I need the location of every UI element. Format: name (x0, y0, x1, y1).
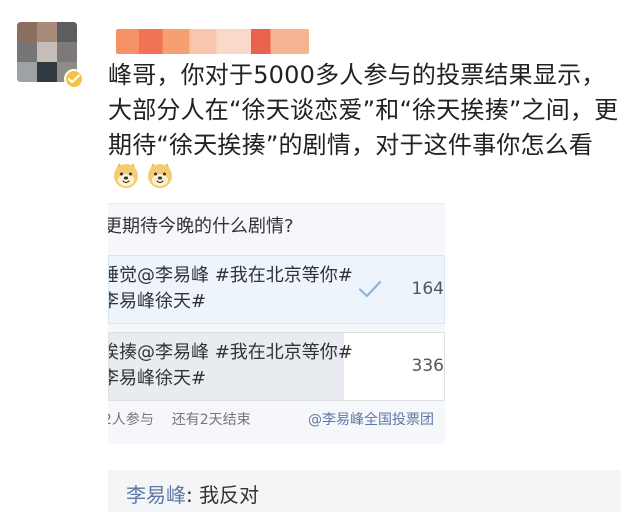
poll-remaining-time: 还有2天结束 (171, 412, 251, 428)
reply-separator: : (186, 483, 200, 507)
poll-separator (158, 412, 167, 428)
doge-emoji-icon (111, 160, 141, 190)
poll-option-line: 挨揍@李易峰 #我在北京等你# (108, 342, 353, 363)
reply-content: 我反对 (199, 483, 260, 507)
comment-line: 大部分人在“徐天谈恋爱”和“徐天挨揍”之间，更 (108, 96, 619, 124)
poll-question: 更期待今晚的什么剧情? (108, 216, 294, 237)
check-icon (358, 279, 382, 299)
emoji-row (111, 160, 175, 190)
comment-line: 期待“徐天挨揍”的剧情，对于这件事你怎么看 (108, 131, 594, 159)
reply-author-link[interactable]: 李易峰 (126, 483, 186, 507)
reply-box: 李易峰: 我反对 (108, 470, 621, 512)
doge-emoji-icon (145, 160, 175, 190)
avatar-pixel (37, 42, 57, 62)
avatar-pixel (57, 42, 77, 62)
avatar-pixel (57, 22, 77, 42)
verified-check-icon (68, 74, 80, 84)
poll-option-2[interactable]: 挨揍@李易峰 #我在北京等你# 李易峰徐天# 336 (108, 332, 445, 401)
poll-option-1[interactable]: 睡觉@李易峰 #我在北京等你# 李易峰徐天# 164 (108, 255, 445, 324)
poll-option-count: 164 (411, 279, 444, 299)
poll-source-link[interactable]: @李易峰全国投票团 (308, 410, 434, 430)
redacted-username[interactable] (116, 29, 309, 54)
poll-option-line: 睡觉@李易峰 #我在北京等你# (108, 265, 353, 286)
avatar-pixel (17, 62, 37, 82)
poll-option-line: 李易峰徐天# (108, 368, 207, 389)
poll-participants: 2人参与 (108, 412, 154, 428)
avatar-pixel (17, 22, 37, 42)
comment-text: 峰哥，你对于5000多人参与的投票结果显示， 大部分人在“徐天谈恋爱”和“徐天挨… (108, 58, 618, 163)
avatar-pixel (17, 42, 37, 62)
verified-badge-icon (64, 69, 84, 89)
avatar-pixel (37, 62, 57, 82)
comment-line: 峰哥，你对于5000多人参与的投票结果显示， (108, 61, 606, 89)
poll-option-text: 挨揍@李易峰 #我在北京等你# 李易峰徐天# (108, 340, 353, 392)
poll-option-text: 睡觉@李易峰 #我在北京等你# 李易峰徐天# (108, 263, 353, 315)
poll-meta: 2人参与 还有2天结束 (108, 410, 251, 430)
poll-card: 更期待今晚的什么剧情? 睡觉@李易峰 #我在北京等你# 李易峰徐天# 164 挨… (108, 203, 445, 444)
avatar-pixel (37, 22, 57, 42)
poll-option-count: 336 (411, 356, 444, 376)
reply-line: 李易峰: 我反对 (126, 481, 259, 509)
poll-option-line: 李易峰徐天# (108, 291, 207, 312)
